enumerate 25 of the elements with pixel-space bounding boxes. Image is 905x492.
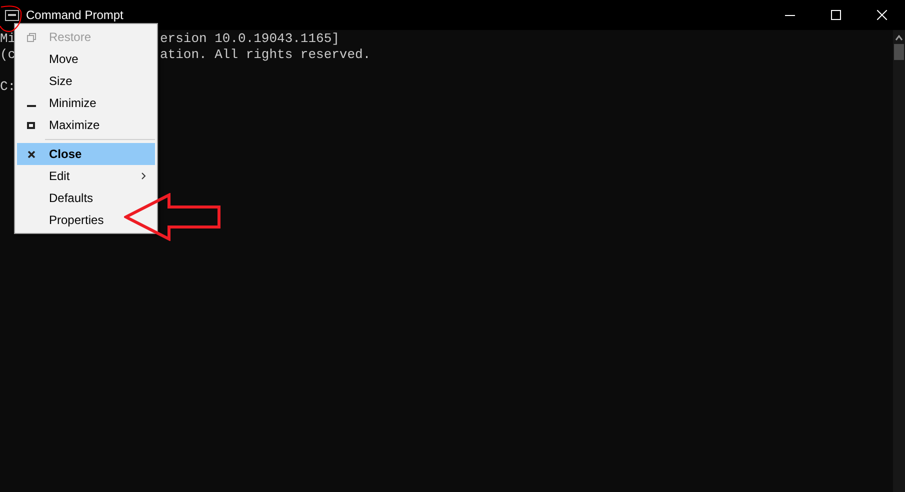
menu-item[interactable]: Maximize [17,114,155,136]
close-icon [28,150,34,158]
console-text: C: [0,79,16,95]
menu-item[interactable]: Move [17,48,155,70]
console-text: (c [0,47,16,62]
menu-item[interactable]: Defaults [17,187,155,209]
scroll-up-icon[interactable] [895,35,903,41]
console-text: Mi [0,31,16,46]
restore-icon [26,32,36,42]
maximize-icon [831,10,841,20]
menu-item[interactable]: Minimize [17,92,155,114]
menu-item[interactable]: Size [17,70,155,92]
menu-item[interactable]: Close [17,143,155,165]
window-title: Command Prompt [26,9,124,21]
minimize-icon [26,104,36,108]
scrollbar-thumb[interactable] [894,44,904,60]
menu-item[interactable]: Properties [17,209,155,231]
console-text: ersion 10.0.19043.1165] [160,31,340,47]
close-icon [877,10,887,20]
menu-item[interactable]: Edit [17,165,155,187]
minimize-icon [785,14,795,16]
console-text: ation. All rights reserved. [160,47,371,63]
console-app-icon[interactable] [5,10,19,20]
maximize-icon [27,122,35,128]
scrollbar[interactable] [893,30,905,492]
